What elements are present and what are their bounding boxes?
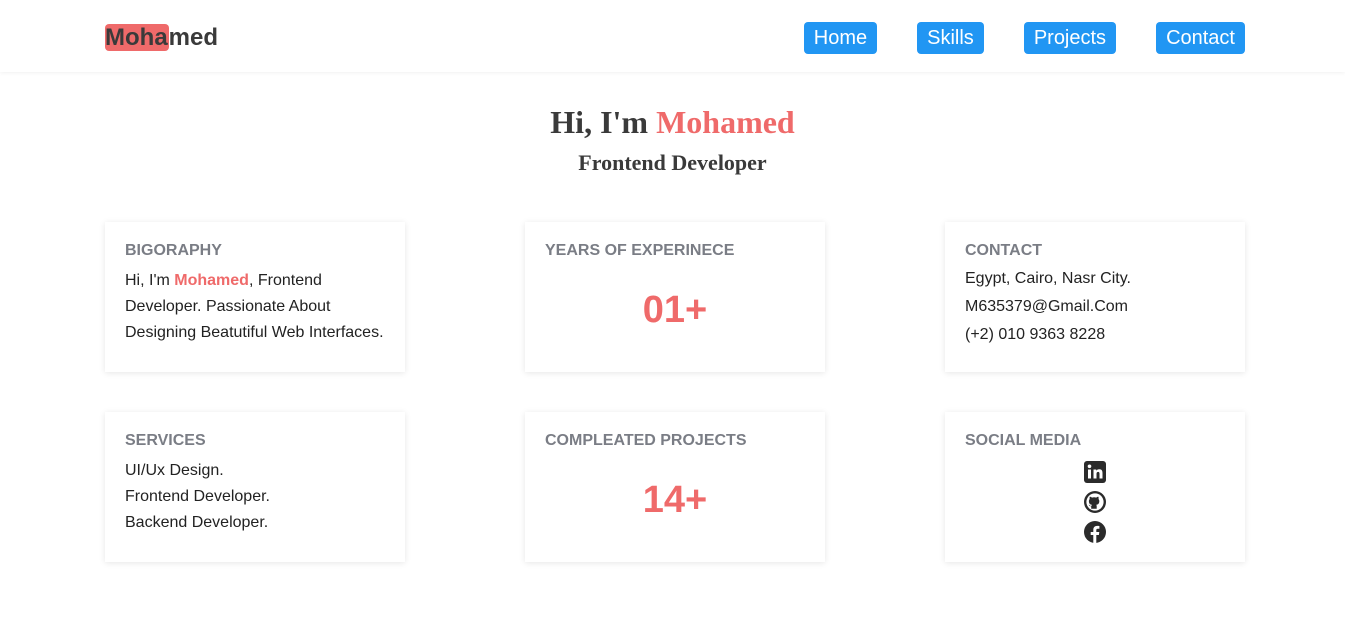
projects-card: COMPLEATED PROJECTS 14+ (525, 412, 825, 562)
hero-subtitle: Frontend Developer (578, 150, 767, 175)
nav-home-button[interactable]: Home (803, 22, 878, 54)
nav-projects-button[interactable]: Projects (1023, 22, 1117, 54)
experience-value: 01+ (642, 289, 708, 331)
contact-address: Egypt, Cairo, Nasr City. (965, 270, 1131, 287)
experience-title: YEARS OF EXPERINECE (545, 242, 735, 259)
hero-title: Hi, I'm Mohamed (0, 103, 1345, 141)
facebook-icon[interactable] (1083, 520, 1107, 544)
services-title: SERVICES (125, 432, 206, 449)
social-card: SOCIAL MEDIA (945, 412, 1245, 562)
site-header: Mohamed Home Skills Projects Contact (0, 0, 1345, 72)
services-list: UI/Ux Design. Frontend Developer. Backen… (125, 458, 385, 536)
projects-title: COMPLEATED PROJECTS (545, 432, 747, 449)
service-item: UI/Ux Design. (125, 462, 224, 479)
main-nav: Home Skills Projects Contact (803, 22, 1245, 54)
logo-rest: med (168, 24, 219, 51)
github-icon[interactable] (1083, 490, 1107, 514)
nav-contact-button[interactable]: Contact (1156, 22, 1245, 54)
hero-greeting: Hi, I'm (550, 104, 657, 140)
linkedin-icon[interactable] (1083, 460, 1107, 484)
biography-title: BIGORAPHY (125, 242, 222, 259)
contact-phone[interactable]: (+2) 010 9363 8228 (965, 321, 1225, 349)
logo-highlight: Moha (105, 24, 169, 51)
social-links (965, 460, 1225, 544)
service-item: Frontend Developer. (125, 488, 270, 505)
logo[interactable]: Mohamed (105, 24, 218, 52)
nav-skills-button[interactable]: Skills (917, 22, 984, 54)
biography-text-before: Hi, I'm (125, 272, 175, 289)
projects-value: 14+ (642, 479, 708, 521)
social-title: SOCIAL MEDIA (965, 432, 1082, 449)
contact-title: CONTACT (965, 242, 1043, 259)
services-card: SERVICES UI/Ux Design. Frontend Develope… (105, 412, 405, 562)
biography-text: Hi, I'm Mohamed, Frontend Developer. Pas… (125, 268, 385, 346)
service-item: Backend Developer. (125, 514, 269, 531)
contact-email[interactable]: M635379@Gmail.Com (965, 293, 1225, 321)
biography-name: Mohamed (174, 272, 249, 289)
experience-card: YEARS OF EXPERINECE 01+ (525, 222, 825, 372)
contact-card: CONTACT Egypt, Cairo, Nasr City. M635379… (945, 222, 1245, 372)
hero-name: Mohamed (656, 104, 795, 140)
biography-card: BIGORAPHY Hi, I'm Mohamed, Frontend Deve… (105, 222, 405, 372)
